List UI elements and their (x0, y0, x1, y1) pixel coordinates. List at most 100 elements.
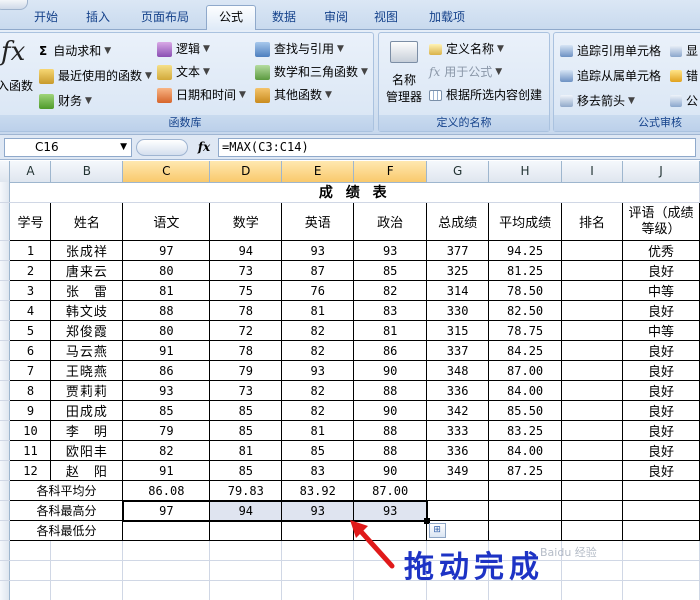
table-cell[interactable]: 94 (209, 240, 283, 261)
empty-cell[interactable] (561, 580, 623, 600)
table-cell[interactable]: 85 (209, 460, 283, 481)
tab-page-layout[interactable]: 页面布局 (132, 6, 198, 30)
summary-cell[interactable]: 87.00 (353, 480, 428, 501)
table-cell[interactable]: 330 (426, 300, 490, 321)
table-cell[interactable]: 336 (426, 440, 490, 461)
table-cell[interactable]: 82 (281, 340, 355, 361)
table-cell[interactable] (622, 520, 700, 541)
summary-cell[interactable]: 97 (122, 500, 211, 521)
row-header[interactable] (0, 460, 11, 481)
table-cell[interactable]: 337 (426, 340, 490, 361)
table-cell[interactable] (488, 520, 563, 541)
trace-precedents-button[interactable]: 追踪引用单元格 (560, 41, 661, 61)
table-cell[interactable]: 85 (353, 260, 428, 281)
empty-cell[interactable] (209, 540, 283, 561)
tab-add-ins[interactable]: 加载项 (418, 6, 476, 30)
table-cell[interactable]: 8 (9, 380, 52, 401)
empty-cell[interactable] (50, 580, 124, 600)
empty-cell[interactable] (209, 580, 283, 600)
table-cell[interactable]: 贾莉莉 (50, 380, 124, 401)
row-header[interactable] (0, 300, 11, 321)
table-cell[interactable]: 85 (122, 400, 211, 421)
table-cell[interactable]: 张成祥 (50, 240, 124, 261)
empty-cell[interactable] (122, 540, 211, 561)
table-cell[interactable]: 郑俊霞 (50, 320, 124, 341)
row-header[interactable] (0, 240, 11, 261)
table-cell[interactable]: 83 (353, 300, 428, 321)
tab-review[interactable]: 审阅 (314, 6, 358, 30)
summary-label[interactable]: 各科最低分 (9, 520, 124, 541)
table-cell[interactable]: 80 (122, 320, 211, 341)
tab-insert[interactable]: 插入 (74, 6, 122, 30)
table-cell[interactable]: 良好 (622, 380, 700, 401)
table-cell[interactable]: 良好 (622, 420, 700, 441)
empty-cell[interactable] (281, 540, 355, 561)
column-header-cell[interactable]: 姓名 (50, 202, 124, 241)
table-cell[interactable]: 86 (122, 360, 211, 381)
table-cell[interactable]: 2 (9, 260, 52, 281)
insert-function-fx-button[interactable]: fx (192, 138, 216, 157)
table-cell[interactable]: 75 (209, 280, 283, 301)
table-cell[interactable]: 342 (426, 400, 490, 421)
table-cell[interactable]: 81 (122, 280, 211, 301)
empty-cell[interactable] (209, 560, 283, 581)
row-header[interactable] (0, 340, 11, 361)
table-cell[interactable]: 87.00 (488, 360, 563, 381)
table-cell[interactable]: 78 (209, 300, 283, 321)
column-header-cell[interactable]: 总成绩 (426, 202, 490, 241)
table-cell[interactable]: 中等 (622, 320, 700, 341)
table-cell[interactable]: 田成成 (50, 400, 124, 421)
table-cell[interactable]: 88 (122, 300, 211, 321)
table-cell[interactable] (622, 500, 700, 521)
autosum-button[interactable]: Σ 自动求和 ▼ (39, 41, 111, 61)
summary-cell[interactable]: 93 (281, 500, 355, 521)
col-header-h[interactable]: H (488, 161, 563, 183)
table-cell[interactable]: 优秀 (622, 240, 700, 261)
col-header-d[interactable]: D (209, 161, 283, 183)
table-cell[interactable]: 12 (9, 460, 52, 481)
recent-functions-button[interactable]: 最近使用的函数 ▼ (39, 66, 152, 86)
column-header-cell[interactable]: 政治 (353, 202, 428, 241)
table-cell[interactable]: 85 (209, 420, 283, 441)
table-cell[interactable]: 79 (122, 420, 211, 441)
table-cell[interactable] (426, 480, 490, 501)
row-header[interactable] (0, 540, 11, 561)
row-header[interactable] (0, 360, 11, 381)
table-cell[interactable]: 85 (281, 440, 355, 461)
tab-formulas[interactable]: 公式 (206, 5, 256, 31)
table-cell[interactable]: 82 (353, 280, 428, 301)
table-cell[interactable]: 韩文歧 (50, 300, 124, 321)
table-cell[interactable]: 86 (353, 340, 428, 361)
table-cell[interactable]: 7 (9, 360, 52, 381)
table-cell[interactable]: 良好 (622, 300, 700, 321)
table-cell[interactable]: 马云燕 (50, 340, 124, 361)
table-cell[interactable] (561, 480, 623, 501)
summary-label[interactable]: 各科最高分 (9, 500, 124, 521)
table-cell[interactable]: 84.00 (488, 380, 563, 401)
row-header[interactable] (0, 520, 11, 541)
table-cell[interactable] (488, 480, 563, 501)
table-cell[interactable] (561, 320, 623, 341)
table-cell[interactable]: 78.50 (488, 280, 563, 301)
row-header[interactable] (0, 480, 11, 501)
table-cell[interactable]: 82 (281, 400, 355, 421)
error-checking-button[interactable]: 错 (670, 66, 698, 86)
summary-label[interactable]: 各科平均分 (9, 480, 124, 501)
column-header-cell[interactable]: 英语 (281, 202, 355, 241)
row-header[interactable] (0, 580, 11, 600)
col-header-i[interactable]: I (561, 161, 623, 183)
table-cell[interactable]: 93 (122, 380, 211, 401)
table-cell[interactable] (561, 440, 623, 461)
summary-cell[interactable]: 83.92 (281, 480, 355, 501)
logical-button[interactable]: 逻辑 ▼ (157, 39, 210, 59)
table-cell[interactable] (561, 460, 623, 481)
table-cell[interactable]: 80 (122, 260, 211, 281)
table-cell[interactable]: 79 (209, 360, 283, 381)
empty-cell[interactable] (622, 560, 700, 581)
tab-view[interactable]: 视图 (364, 6, 408, 30)
table-cell[interactable]: 88 (353, 420, 428, 441)
table-cell[interactable]: 90 (353, 460, 428, 481)
empty-cell[interactable] (122, 560, 211, 581)
summary-cell[interactable]: 86.08 (122, 480, 211, 501)
table-cell[interactable]: 82 (281, 380, 355, 401)
